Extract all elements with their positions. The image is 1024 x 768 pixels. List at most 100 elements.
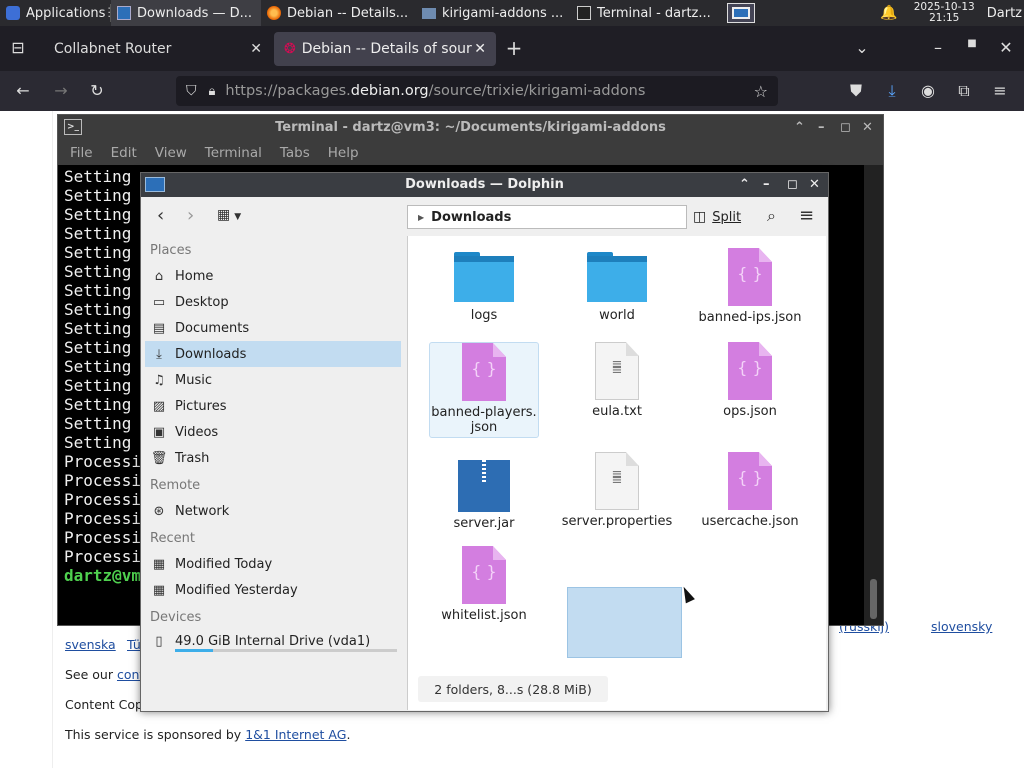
folder-icon: [454, 250, 514, 304]
minimize-icon[interactable]: –: [930, 38, 946, 57]
clock[interactable]: 2025-10-13 21:15: [914, 2, 975, 24]
scrollbar-thumb[interactable]: [870, 579, 877, 619]
reload-icon[interactable]: ↻: [86, 81, 108, 100]
forward-icon[interactable]: →: [50, 81, 72, 100]
lang-link[interactable]: slovensky: [931, 619, 992, 634]
drive-usage-fill: [175, 649, 213, 652]
breadcrumb-arrow-icon: ▶: [418, 212, 425, 222]
minimize-icon[interactable]: –: [763, 173, 770, 197]
hamburger-menu-icon[interactable]: ≡: [799, 205, 814, 226]
place-music[interactable]: ♫ Music: [145, 367, 401, 393]
file-view[interactable]: logs world { } banned-ips.json { } banne…: [407, 236, 826, 710]
applications-menu[interactable]: Applications☰: [0, 0, 110, 26]
lang-link[interactable]: svenska: [65, 637, 116, 652]
menu-view[interactable]: View: [155, 145, 187, 161]
terminal-title: Terminal - dartz@vm3: ~/Documents/kiriga…: [275, 120, 666, 135]
taskbar-item-terminal[interactable]: Terminal - dartz...: [571, 0, 721, 26]
lang-link[interactable]: Tü: [127, 637, 141, 652]
taskbar-item-dolphin[interactable]: Downloads — D...: [111, 0, 261, 26]
place-downloads[interactable]: ⤓ Downloads: [145, 341, 401, 367]
taskbar-item-kirigami[interactable]: kirigami-addons ...: [416, 0, 571, 26]
debian-favicon-icon: ❂: [284, 41, 296, 57]
terminal-scrollbar[interactable]: [864, 165, 883, 625]
jar-archive-icon: [458, 460, 510, 512]
search-icon[interactable]: ⌕: [767, 206, 776, 226]
dolphin-toolbar: ‹ › ▦ ▼ ▶ Downloads ◫ Split ⌕ ≡: [141, 197, 828, 235]
view-mode-icon[interactable]: ▦ ▼: [217, 207, 241, 223]
extensions-icon[interactable]: ⧉: [954, 81, 974, 101]
dolphin-window: Downloads — Dolphin ⌃ – ◻ ✕ ‹ › ▦ ▼ ▶ Dow…: [140, 172, 829, 712]
shade-icon[interactable]: ⌃: [794, 115, 805, 141]
tab-collabnet[interactable]: Collabnet Router ✕: [44, 32, 272, 66]
see-our-text: See our cont: [65, 667, 145, 682]
place-trash[interactable]: 🗑︎ Trash: [145, 445, 401, 471]
file-item-usercache[interactable]: { } usercache.json: [695, 452, 805, 529]
rubberband-selection: [567, 587, 682, 658]
copyright-text: Content Cop: [65, 697, 143, 712]
maximize-icon[interactable]: ◻: [787, 173, 798, 197]
close-icon[interactable]: ✕: [809, 173, 820, 197]
place-videos[interactable]: ▣ Videos: [145, 419, 401, 445]
place-modified-yesterday[interactable]: ▦ Modified Yesterday: [145, 577, 401, 603]
minimize-icon[interactable]: –: [818, 115, 825, 141]
downloads-icon: ⤓: [156, 346, 162, 362]
videos-icon: ▣: [152, 424, 166, 440]
file-item-server-properties[interactable]: ≡ ≡ server.properties: [556, 452, 678, 529]
tab-debian[interactable]: ❂ Debian -- Details of source ✕: [274, 32, 496, 66]
hamburger-menu-icon[interactable]: ≡: [990, 81, 1010, 100]
file-item-eula[interactable]: ≡ ≡ eula.txt: [562, 342, 672, 419]
shade-icon[interactable]: ⌃: [739, 173, 750, 197]
url-bar[interactable]: ⛉ 🔒︎ https://packages.debian.org/source/…: [176, 76, 778, 106]
menu-terminal[interactable]: Terminal: [205, 145, 262, 161]
menu-file[interactable]: File: [70, 145, 93, 161]
notification-bell-icon[interactable]: 🔔: [880, 5, 897, 21]
menu-help[interactable]: Help: [328, 145, 359, 161]
bookmark-star-icon[interactable]: ☆: [754, 82, 768, 101]
back-icon[interactable]: ‹: [157, 205, 164, 226]
split-button[interactable]: ◫ Split: [693, 205, 741, 229]
file-item-server-jar[interactable]: server.jar: [429, 456, 539, 531]
menu-edit[interactable]: Edit: [111, 145, 137, 161]
url-text: https://packages.debian.org/source/trixi…: [225, 83, 646, 99]
place-modified-today[interactable]: ▦ Modified Today: [145, 551, 401, 577]
pocket-icon[interactable]: ⛊: [846, 81, 866, 101]
file-item-whitelist[interactable]: { } whitelist.json: [429, 546, 539, 623]
maximize-icon[interactable]: ◻: [840, 115, 851, 141]
location-breadcrumb[interactable]: ▶ Downloads: [407, 205, 687, 229]
back-icon[interactable]: ←: [12, 81, 34, 100]
sponsor-link[interactable]: 1&1 Internet AG: [245, 727, 346, 742]
menu-tabs[interactable]: Tabs: [280, 145, 310, 161]
close-tab-icon[interactable]: ✕: [474, 41, 486, 57]
terminal-titlebar[interactable]: >_ Terminal - dartz@vm3: ~/Documents/kir…: [58, 115, 883, 141]
close-tab-icon[interactable]: ✕: [250, 41, 262, 57]
taskbar-item-firefox[interactable]: Debian -- Details...: [261, 0, 416, 26]
place-pictures[interactable]: ▨ Pictures: [145, 393, 401, 419]
new-tab-icon[interactable]: +: [504, 36, 524, 60]
text-file-icon: ≡ ≡: [595, 342, 639, 400]
workspace-switcher[interactable]: [721, 0, 761, 26]
close-icon[interactable]: ✕: [862, 115, 873, 141]
downloads-arrow-icon[interactable]: ⤓: [882, 81, 902, 101]
place-desktop[interactable]: ▭ Desktop: [145, 289, 401, 315]
places-panel: Places ⌂ Home ▭ Desktop ▤ Documents ⤓ Downlo…: [141, 235, 405, 711]
taskbar: Applications☰ Downloads — D... Debian --…: [0, 0, 1024, 26]
lock-icon[interactable]: 🔒︎: [209, 84, 216, 99]
tab-overview-icon[interactable]: ⊟: [8, 38, 28, 57]
user-name[interactable]: Dartz: [987, 6, 1022, 21]
desktop-icon: ▭: [152, 294, 166, 310]
account-icon[interactable]: ◉: [918, 81, 938, 100]
file-item-world[interactable]: world: [562, 250, 672, 323]
file-item-logs[interactable]: logs: [429, 250, 539, 323]
tab-list-chevron-icon[interactable]: ⌄: [852, 38, 872, 57]
close-window-icon[interactable]: ✕: [998, 38, 1014, 57]
tracking-shield-icon[interactable]: ⛉: [186, 83, 197, 99]
file-item-banned-players[interactable]: { } banned-players. json: [429, 342, 539, 438]
place-documents[interactable]: ▤ Documents: [145, 315, 401, 341]
forward-icon[interactable]: ›: [187, 205, 194, 226]
maximize-icon[interactable]: ■: [964, 38, 980, 49]
file-item-banned-ips[interactable]: { } banned-ips.json: [695, 248, 805, 325]
place-network[interactable]: ⊛ Network: [145, 498, 401, 524]
place-home[interactable]: ⌂ Home: [145, 263, 401, 289]
file-item-ops[interactable]: { } ops.json: [695, 342, 805, 419]
dolphin-titlebar[interactable]: Downloads — Dolphin ⌃ – ◻ ✕: [141, 173, 828, 197]
